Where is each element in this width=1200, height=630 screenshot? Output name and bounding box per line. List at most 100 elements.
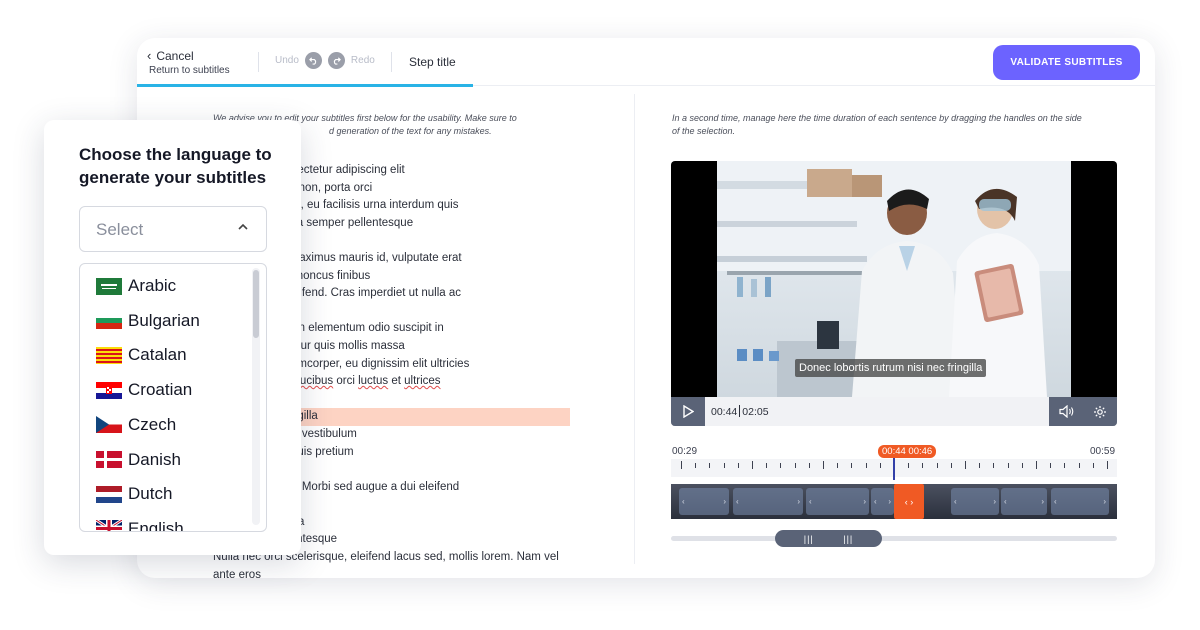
undo-icon [308,57,317,65]
language-picker-card: Choose the language to generate your sub… [44,120,301,555]
settings-button[interactable] [1083,397,1117,426]
play-button[interactable] [671,397,705,426]
video-player[interactable]: Donec lobortis rutrum nisi nec fringilla… [671,161,1117,426]
drag-handle-left-icon[interactable]: ‹ [809,497,812,506]
language-option-english[interactable]: English [96,518,184,532]
playhead-cursor[interactable] [893,458,895,480]
chevron-up-icon [238,223,248,230]
ruler-tick [993,463,995,468]
ruler-tick [1107,461,1108,469]
drag-handle-left-icon[interactable]: ‹ [954,497,957,506]
english-flag-icon [96,520,122,531]
cancel-button[interactable]: ‹ Cancel Return to subtitles [147,49,230,76]
ruler-tick [936,463,938,468]
language-label: English [128,518,184,532]
ruler-tick [1092,463,1094,468]
language-select[interactable]: Select [79,206,267,252]
drag-handle-left-icon[interactable]: ‹ [736,497,739,506]
volume-icon [1058,405,1073,418]
subtitle-segment[interactable]: ‹ › [806,488,869,515]
ruler-tick [1007,463,1009,468]
subtitle-caption: Donec lobortis rutrum nisi nec fringilla [795,359,987,377]
ruler-tick [794,463,796,468]
bulgarian-flag-icon [96,312,122,330]
redo-button[interactable] [327,52,345,69]
drag-handle-right-icon[interactable]: › [888,497,891,506]
dutch-flag-icon [96,485,122,503]
ruler-tick [737,463,739,468]
player-controls: 00:44 02:05 [671,397,1117,426]
ruler-tick [965,461,966,469]
redo-label: Redo [350,55,375,66]
catalan-flag-icon [96,346,122,364]
total-duration: 02:05 [742,406,769,418]
grip-icon: ||| [843,533,854,544]
validate-subtitles-button[interactable]: VALIDATE SUBTITLES [993,45,1140,80]
language-label: Danish [128,449,181,469]
subtitle-segment[interactable]: ‹ › [871,488,894,515]
timeline-end-time: 00:59 [1090,446,1116,457]
cancel-label: Cancel [156,49,194,63]
ruler-tick [1078,463,1080,468]
time-separator [739,405,741,417]
language-option-bulgarian[interactable]: Bulgarian [96,311,200,331]
ruler-tick [823,461,824,469]
language-option-arabic[interactable]: Arabic [96,276,176,296]
toolbar-divider [391,52,392,72]
timing-hint-line: In a second time, manage here the time d… [672,113,1082,123]
subtitle-segment[interactable]: ‹ › [951,488,999,515]
drag-handle-left-icon[interactable]: ‹ [1004,497,1007,506]
subtitle-segment[interactable]: ‹ › [1051,488,1109,515]
ruler-tick [808,463,810,468]
ruler-tick [851,463,853,468]
redo-icon [333,57,341,65]
ruler-tick [695,463,697,468]
language-option-czech[interactable]: Czech [96,415,176,435]
spellcheck-word[interactable]: ultrices [404,375,440,387]
ruler-tick [723,463,725,468]
subtitle-segment[interactable]: ‹ › [679,488,729,515]
subtitle-line[interactable]: ante eros [213,567,573,578]
drag-handle-right-icon[interactable]: › [1041,497,1044,506]
subtitle-segment[interactable]: ‹ › [1001,488,1047,515]
timeline-start-time: 00:29 [672,446,698,457]
drag-handle-left-icon[interactable]: ‹ [682,497,685,506]
subtitle-segment[interactable]: ‹ › [733,488,803,515]
play-icon [682,405,694,418]
drag-handle-right-icon[interactable]: › [797,497,800,506]
time-readout: 00:44 02:05 [711,405,769,418]
undo-redo-group: Undo Redo [275,52,375,69]
language-option-croatian[interactable]: Croatian [96,380,192,400]
drag-handle-left-icon[interactable]: ‹ [874,497,877,506]
gear-icon [1094,405,1106,418]
language-picker-title: Choose the language to generate your sub… [79,145,272,187]
ruler-tick [1036,461,1037,469]
selected-segment-handle[interactable]: ‹ › [894,484,924,519]
spellcheck-word[interactable]: luctus [358,375,388,387]
list-scrollbar-thumb[interactable] [253,270,259,338]
ruler-tick [681,461,682,469]
undo-button[interactable] [304,52,322,69]
ruler-tick [709,463,711,468]
drag-handle-right-icon[interactable]: › [723,497,726,506]
chevron-left-icon: ‹ [147,48,152,63]
ruler-tick [865,463,867,468]
select-placeholder: Select [96,220,144,239]
language-option-danish[interactable]: Danish [96,450,181,470]
ruler-tick [1021,463,1023,468]
timeline-scroll-track[interactable] [671,536,1117,541]
drag-handle-right-icon[interactable]: › [863,497,866,506]
czech-flag-icon [96,416,122,434]
language-label: Croatian [128,380,193,400]
danish-flag-icon [96,451,122,468]
step-title: Step title [409,55,456,69]
timeline-scroll-thumb[interactable]: ||| ||| [775,530,882,547]
ruler-tick [766,463,768,468]
language-label: Bulgarian [128,310,200,330]
drag-handle-left-icon[interactable]: ‹ [1054,497,1057,506]
volume-button[interactable] [1049,397,1083,426]
drag-handle-right-icon[interactable]: › [1103,497,1106,506]
drag-handle-right-icon[interactable]: › [993,497,996,506]
language-option-catalan[interactable]: Catalan [96,345,187,365]
language-option-dutch[interactable]: Dutch [96,484,172,504]
